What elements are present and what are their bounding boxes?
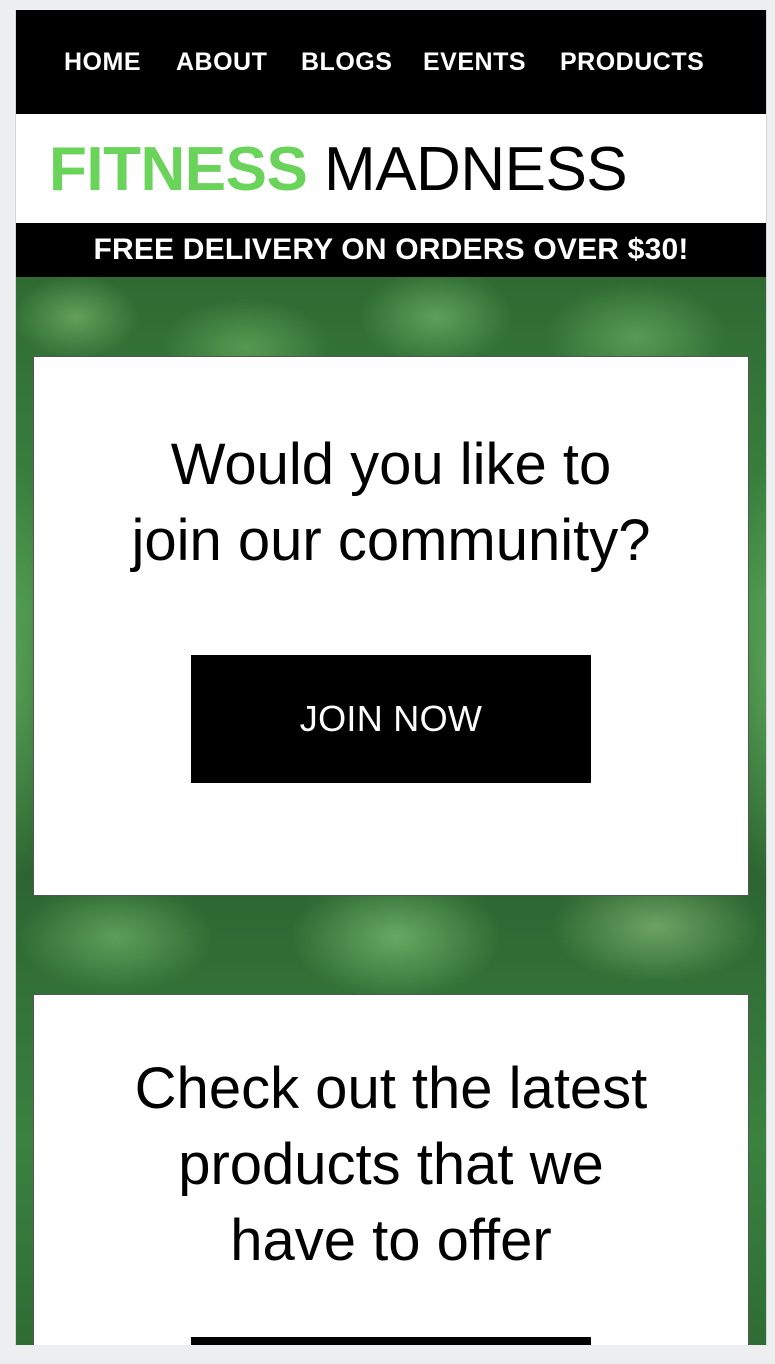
logo-word-fitness: FITNESS xyxy=(49,135,308,204)
site-logo[interactable]: FITNESS MADNESS xyxy=(49,134,628,205)
join-community-card: Would you like to join our community? JO… xyxy=(33,356,749,896)
latest-products-card: Check out the latest products that we ha… xyxy=(33,994,749,1345)
join-now-button[interactable]: JOIN NOW xyxy=(191,655,591,783)
heading-line: products that we xyxy=(178,1132,604,1197)
heading-line: Would you like to xyxy=(170,432,612,497)
heading-line: have to offer xyxy=(230,1208,552,1273)
page-frame: HOME ABOUT BLOGS EVENTS PRODUCTS FITNESS… xyxy=(15,10,767,1345)
heading-line: Check out the latest xyxy=(134,1056,648,1121)
nav-events-link[interactable]: EVENTS xyxy=(423,48,526,77)
nav-blogs-link[interactable]: BLOGS xyxy=(301,48,392,77)
nav-about-link[interactable]: ABOUT xyxy=(176,48,267,77)
top-nav: HOME ABOUT BLOGS EVENTS PRODUCTS xyxy=(16,10,766,114)
nav-products-link[interactable]: PRODUCTS xyxy=(560,48,704,77)
free-delivery-banner: FREE DELIVERY ON ORDERS OVER $30! xyxy=(16,223,766,277)
heading-line: join our community? xyxy=(131,508,651,573)
latest-products-heading: Check out the latest products that we ha… xyxy=(34,995,748,1279)
nav-home-link[interactable]: HOME xyxy=(64,48,141,77)
products-button[interactable] xyxy=(191,1337,591,1345)
join-community-heading: Would you like to join our community? xyxy=(34,357,748,579)
logo-word-madness: MADNESS xyxy=(324,135,628,204)
